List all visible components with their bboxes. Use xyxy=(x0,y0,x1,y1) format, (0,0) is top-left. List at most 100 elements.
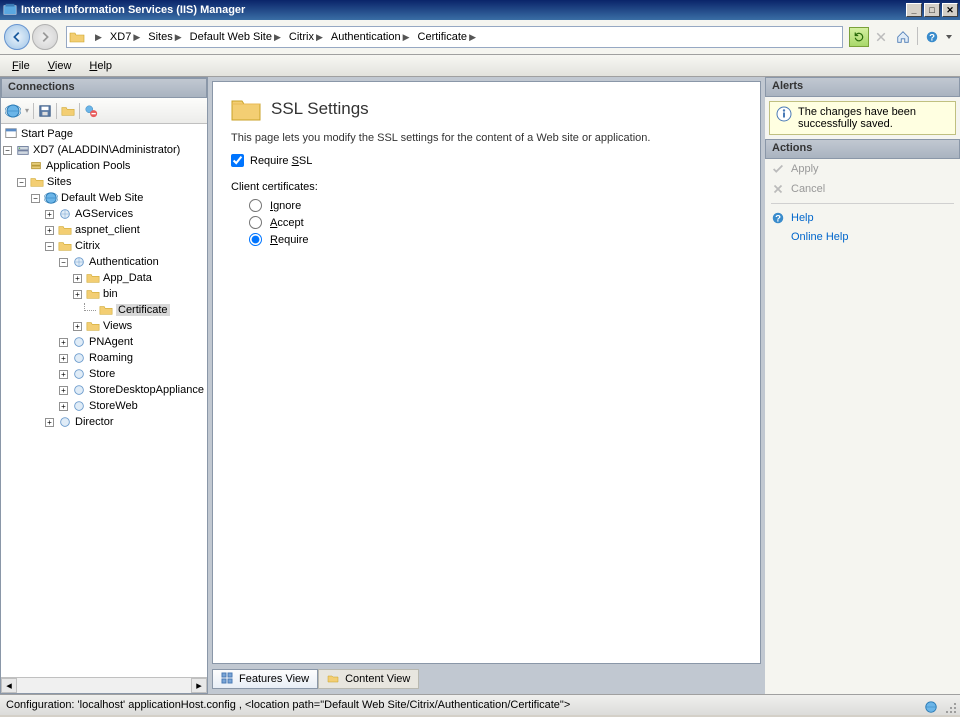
tab-content-view[interactable]: Content View xyxy=(318,669,419,689)
tree-item[interactable]: +aspnet_client xyxy=(1,222,207,238)
content-panel: SSL Settings This page lets you modify t… xyxy=(212,81,761,664)
action-help[interactable]: ? Help xyxy=(765,208,960,228)
action-cancel: Cancel xyxy=(765,179,960,199)
expand-icon[interactable]: + xyxy=(73,322,82,331)
radio-accept[interactable] xyxy=(249,216,262,229)
connect-icon[interactable] xyxy=(5,103,21,119)
help-dropdown-icon[interactable] xyxy=(944,27,954,47)
tree-default-site[interactable]: −Default Web Site xyxy=(1,190,207,206)
tab-features-view[interactable]: Features View xyxy=(212,669,318,689)
tree-item[interactable]: +PNAgent xyxy=(1,334,207,350)
collapse-icon[interactable]: − xyxy=(59,258,68,267)
connections-panel: Connections ▾ Start Page −XD7 (ALADDIN\A… xyxy=(0,77,208,694)
breadcrumb-item[interactable]: Citrix▶ xyxy=(285,27,327,47)
expand-icon[interactable]: + xyxy=(73,290,82,299)
bottom-tabs: Features View Content View xyxy=(212,668,761,690)
breadcrumb-item[interactable]: Certificate▶ xyxy=(414,27,480,47)
connections-tree[interactable]: Start Page −XD7 (ALADDIN\Administrator) … xyxy=(1,124,207,677)
tree-item[interactable]: +bin xyxy=(1,286,207,302)
breadcrumb-bar[interactable]: ▶ XD7▶ Sites▶ Default Web Site▶ Citrix▶ … xyxy=(66,26,843,48)
tree-item[interactable]: +AGServices xyxy=(1,206,207,222)
menu-file[interactable]: File xyxy=(4,58,38,74)
tree-scrollbar[interactable]: ◂ ▸ xyxy=(1,677,207,693)
breadcrumb-item[interactable]: Default Web Site▶ xyxy=(186,27,285,47)
stop-icon[interactable] xyxy=(871,27,891,47)
breadcrumb-item[interactable]: Authentication▶ xyxy=(327,27,414,47)
center-panel: SSL Settings This page lets you modify t… xyxy=(208,77,765,694)
expand-icon[interactable]: + xyxy=(59,338,68,347)
breadcrumb-item[interactable]: Sites▶ xyxy=(144,27,185,47)
radio-require[interactable] xyxy=(249,233,262,246)
expand-icon[interactable]: + xyxy=(59,386,68,395)
action-online-help[interactable]: Online Help xyxy=(765,228,960,246)
radio-accept-label[interactable]: Accept xyxy=(270,217,304,229)
status-text: Configuration: 'localhost' applicationHo… xyxy=(6,699,570,711)
workspace: Connections ▾ Start Page −XD7 (ALADDIN\A… xyxy=(0,77,960,694)
close-button[interactable]: ✕ xyxy=(942,3,958,17)
save-icon[interactable] xyxy=(38,104,52,118)
tree-server[interactable]: −XD7 (ALADDIN\Administrator) xyxy=(1,142,207,158)
app-icon xyxy=(2,2,18,18)
require-ssl-checkbox[interactable] xyxy=(231,154,244,167)
tree-sites[interactable]: −Sites xyxy=(1,174,207,190)
expand-icon[interactable]: + xyxy=(45,210,54,219)
collapse-icon[interactable]: − xyxy=(3,146,12,155)
radio-require-label[interactable]: Require xyxy=(270,234,309,246)
forward-button[interactable] xyxy=(32,24,58,50)
svg-text:?: ? xyxy=(775,214,781,225)
menu-view[interactable]: View xyxy=(40,58,80,74)
breadcrumb-item[interactable]: XD7▶ xyxy=(106,27,144,47)
maximize-button[interactable]: □ xyxy=(924,3,940,17)
back-button[interactable] xyxy=(4,24,30,50)
tree-start-page[interactable]: Start Page xyxy=(1,126,207,142)
tree-authentication[interactable]: −Authentication xyxy=(1,254,207,270)
svg-text:?: ? xyxy=(929,33,935,44)
tree-item[interactable]: +Director xyxy=(1,414,207,430)
collapse-icon[interactable]: − xyxy=(31,194,40,203)
window-title: Internet Information Services (IIS) Mana… xyxy=(21,4,904,16)
breadcrumb-arrow[interactable]: ▶ xyxy=(89,27,106,47)
collapse-icon[interactable]: − xyxy=(45,242,54,251)
help-icon[interactable]: ? xyxy=(922,27,942,47)
folder-up-icon[interactable] xyxy=(61,104,75,118)
tree-item[interactable]: +Views xyxy=(1,318,207,334)
refresh-icon[interactable] xyxy=(849,27,869,47)
expand-icon[interactable]: + xyxy=(73,274,82,283)
collapse-icon[interactable]: − xyxy=(17,178,26,187)
remove-connection-icon[interactable] xyxy=(84,104,98,118)
page-title: SSL Settings xyxy=(271,99,369,119)
tree-certificate[interactable]: Certificate xyxy=(1,302,207,318)
expand-icon[interactable]: + xyxy=(45,418,54,427)
alert-text: The changes have been successfully saved… xyxy=(798,106,949,130)
expand-icon[interactable]: + xyxy=(45,226,54,235)
client-cert-label: Client certificates: xyxy=(231,181,742,193)
tree-citrix[interactable]: −Citrix xyxy=(1,238,207,254)
tree-app-pools[interactable]: Application Pools xyxy=(1,158,207,174)
tree-item[interactable]: +Roaming xyxy=(1,350,207,366)
tab-label: Content View xyxy=(345,673,410,685)
statusbar: Configuration: 'localhost' applicationHo… xyxy=(0,694,960,715)
menu-help[interactable]: Help xyxy=(81,58,120,74)
home-icon[interactable] xyxy=(893,27,913,47)
radio-ignore-label[interactable]: Ignore xyxy=(270,200,301,212)
tree-item[interactable]: +App_Data xyxy=(1,270,207,286)
tree-item[interactable]: +StoreDesktopAppliance xyxy=(1,382,207,398)
tree-item[interactable]: +StoreWeb xyxy=(1,398,207,414)
expand-icon[interactable]: + xyxy=(59,402,68,411)
tree-item[interactable]: +Store xyxy=(1,366,207,382)
expand-icon[interactable]: + xyxy=(59,354,68,363)
resize-grip-icon[interactable] xyxy=(944,701,958,715)
require-ssl-label[interactable]: Require SSL xyxy=(250,155,312,167)
folder-icon xyxy=(69,29,85,45)
scroll-left-icon[interactable]: ◂ xyxy=(1,678,17,693)
tab-label: Features View xyxy=(239,673,309,685)
scroll-right-icon[interactable]: ▸ xyxy=(191,678,207,693)
page-description: This page lets you modify the SSL settin… xyxy=(231,132,742,144)
status-globe-icon xyxy=(924,700,938,714)
radio-ignore[interactable] xyxy=(249,199,262,212)
ssl-folder-icon xyxy=(231,96,261,122)
expand-icon[interactable]: + xyxy=(59,370,68,379)
alerts-header: Alerts xyxy=(765,77,960,97)
content-icon xyxy=(327,672,341,686)
minimize-button[interactable]: _ xyxy=(906,3,922,17)
